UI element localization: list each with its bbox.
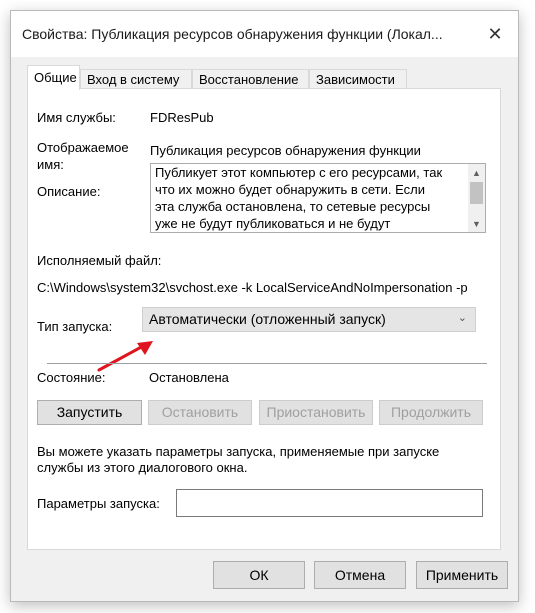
tab-dependencies[interactable]: Зависимости <box>309 69 407 89</box>
chevron-down-icon: ⌄ <box>457 312 467 324</box>
hint-text-line-2: службы из этого диалогового окна. <box>37 460 248 475</box>
start-params-input[interactable] <box>176 489 483 517</box>
title-bar: Свойства: Публикация ресурсов обнаружени… <box>11 11 518 57</box>
apply-button[interactable]: Применить <box>416 561 508 589</box>
hint-text-line-1: Вы можете указать параметры запуска, при… <box>37 444 440 459</box>
status-value: Остановлена <box>149 370 229 385</box>
close-button[interactable]: ✕ <box>472 11 518 57</box>
description-line: Публикует этот компьютер с его ресурсами… <box>155 165 443 180</box>
close-icon: ✕ <box>487 23 503 44</box>
tab-logon[interactable]: Вход в систему <box>80 69 192 89</box>
startup-type-label: Тип запуска: <box>37 319 113 334</box>
display-name-label-2: имя: <box>37 157 64 172</box>
description-line: что их можно будет обнаружить в сети. Ес… <box>155 182 425 197</box>
stop-button[interactable]: Остановить <box>148 400 252 425</box>
window-title: Свойства: Публикация ресурсов обнаружени… <box>22 26 443 42</box>
tab-recovery[interactable]: Восстановление <box>192 69 309 89</box>
annotation-arrow-icon <box>97 341 153 372</box>
description-text: Публикует этот компьютер с его ресурсами… <box>155 164 465 232</box>
display-name-label: Отображаемое <box>37 140 129 155</box>
scroll-down-icon[interactable]: ▼ <box>468 215 485 232</box>
service-properties-dialog: Свойства: Публикация ресурсов обнаружени… <box>10 10 519 602</box>
service-name-label: Имя службы: <box>37 110 116 125</box>
ok-button[interactable]: ОК <box>213 561 305 589</box>
startup-type-value: Автоматически (отложенный запуск) <box>149 311 386 327</box>
description-scrollbar[interactable]: ▲ ▼ <box>468 164 485 232</box>
scroll-up-icon[interactable]: ▲ <box>468 164 485 181</box>
description-line: уже не будут публиковаться и не будут <box>155 216 391 231</box>
start-button[interactable]: Запустить <box>37 400 142 425</box>
tab-general[interactable]: Общие <box>27 65 80 90</box>
description-line: эта служба остановлена, то сетевые ресур… <box>155 199 431 214</box>
description-textbox[interactable]: Публикует этот компьютер с его ресурсами… <box>150 163 486 233</box>
start-params-label: Параметры запуска: <box>37 496 160 511</box>
pause-button[interactable]: Приостановить <box>259 400 373 425</box>
startup-type-select[interactable]: Автоматически (отложенный запуск) ⌄ <box>142 307 476 332</box>
display-name-value: Публикация ресурсов обнаружения функции <box>150 143 421 158</box>
resume-button[interactable]: Продолжить <box>379 400 483 425</box>
separator <box>47 363 487 364</box>
executable-label: Исполняемый файл: <box>37 253 162 268</box>
scroll-thumb[interactable] <box>470 182 483 204</box>
status-label: Состояние: <box>37 370 106 385</box>
cancel-button[interactable]: Отмена <box>314 561 406 589</box>
service-name-value: FDResPub <box>150 110 214 125</box>
description-label: Описание: <box>37 184 101 199</box>
executable-path: C:\Windows\system32\svchost.exe -k Local… <box>37 280 468 295</box>
